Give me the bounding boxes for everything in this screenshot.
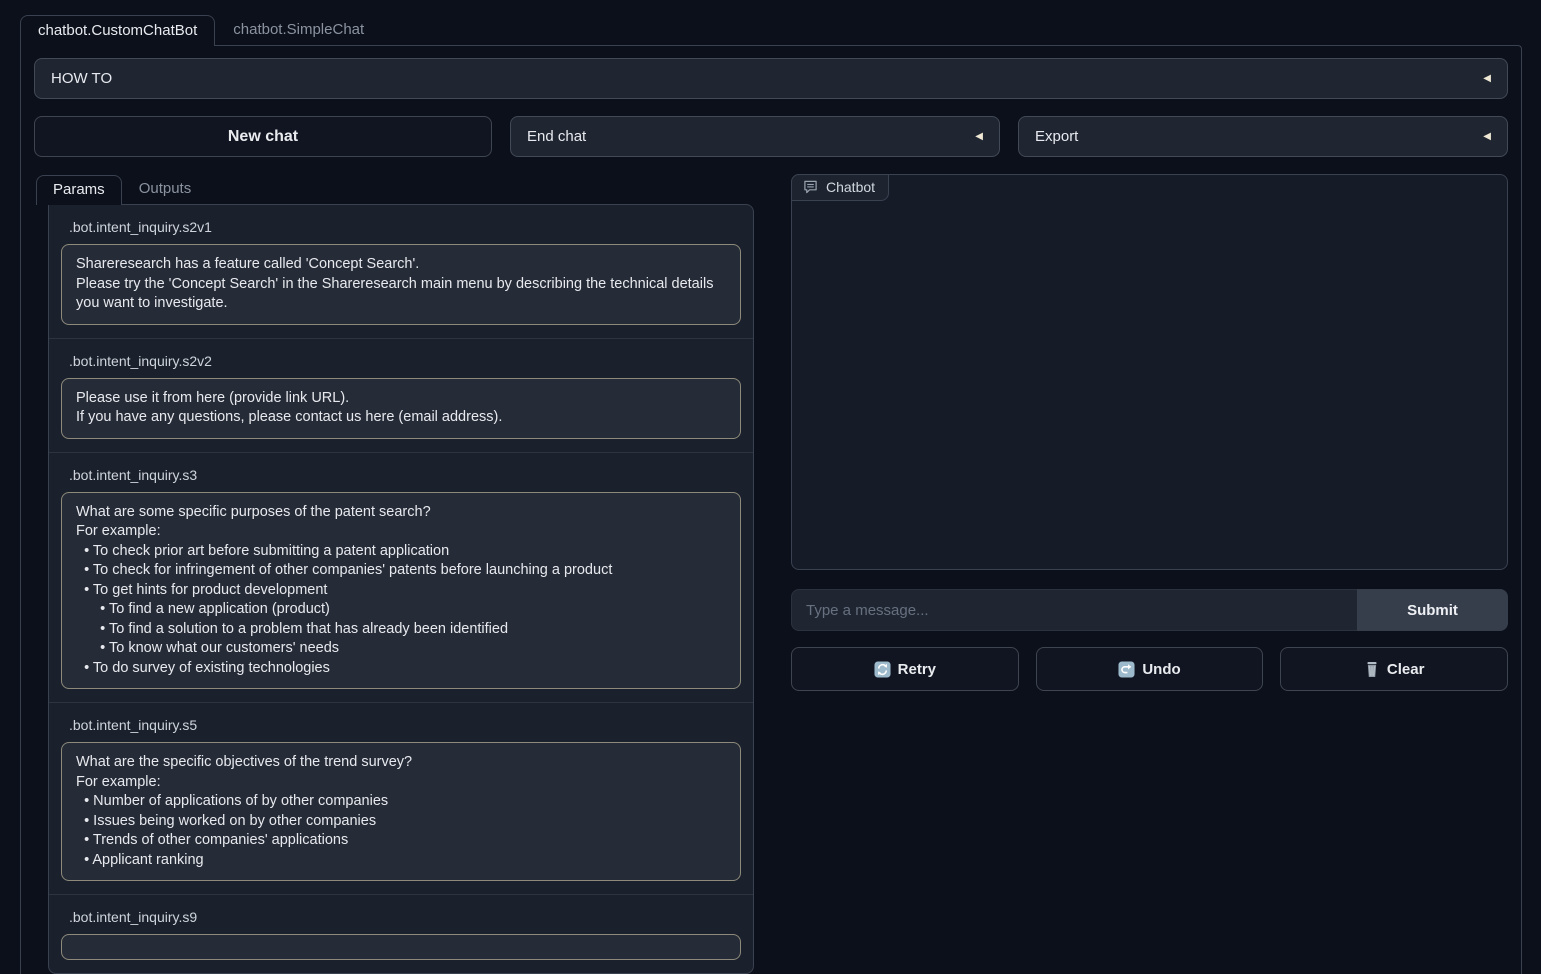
clear-label: Clear [1387, 661, 1425, 678]
tab-custom-chatbot[interactable]: chatbot.CustomChatBot [20, 15, 215, 46]
export-accordion[interactable]: Export ◀ [1018, 116, 1508, 157]
clear-button[interactable]: Clear [1280, 647, 1508, 691]
chat-panel-column: Chatbot Submit [791, 174, 1508, 691]
param-section: .bot.intent_inquiry.s2v2 Please use it f… [49, 338, 753, 452]
submit-button[interactable]: Submit [1357, 589, 1508, 631]
undo-button[interactable]: Undo [1036, 647, 1264, 691]
app-page: chatbot.CustomChatBot chatbot.SimpleChat… [0, 0, 1541, 974]
chatbot-label-tab: Chatbot [791, 174, 889, 201]
param-section: .bot.intent_inquiry.s9 [49, 894, 753, 973]
main-columns: Params Outputs .bot.intent_inquiry.s2v1 … [34, 174, 1508, 974]
chat-bubble-icon [803, 180, 818, 194]
toolbar-row: New chat End chat ◀ Export ◀ [34, 116, 1508, 157]
retry-button[interactable]: Retry [791, 647, 1019, 691]
message-input[interactable] [791, 589, 1357, 631]
undo-icon [1118, 661, 1135, 678]
undo-label: Undo [1142, 661, 1180, 678]
tab-simple-chat[interactable]: chatbot.SimpleChat [215, 14, 382, 45]
end-chat-label: End chat [527, 128, 586, 145]
param-section: .bot.intent_inquiry.s3 What are some spe… [49, 452, 753, 703]
param-textbox[interactable]: What are some specific purposes of the p… [61, 492, 741, 690]
chevron-left-icon: ◀ [1483, 132, 1491, 142]
tab-content: HOW TO ◀ New chat End chat ◀ Export ◀ Pa… [20, 45, 1522, 974]
export-label: Export [1035, 128, 1078, 145]
tab-outputs[interactable]: Outputs [122, 174, 209, 204]
chatbot-panel[interactable]: Chatbot [791, 174, 1508, 570]
chat-actions-row: Retry Undo [791, 647, 1508, 691]
params-group: .bot.intent_inquiry.s2v1 Shareresearch h… [48, 204, 754, 974]
retry-label: Retry [898, 661, 936, 678]
chevron-left-icon: ◀ [975, 132, 983, 142]
param-section: .bot.intent_inquiry.s2v1 Shareresearch h… [49, 205, 753, 338]
left-panel: Params Outputs .bot.intent_inquiry.s2v1 … [34, 174, 769, 974]
chat-input-row: Submit [791, 589, 1508, 631]
param-section: .bot.intent_inquiry.s5 What are the spec… [49, 702, 753, 894]
param-name: .bot.intent_inquiry.s3 [69, 467, 741, 483]
param-textbox[interactable] [61, 934, 741, 960]
param-name: .bot.intent_inquiry.s2v1 [69, 219, 741, 235]
retry-icon [874, 661, 891, 678]
tab-params[interactable]: Params [36, 175, 122, 205]
param-textbox[interactable]: Please use it from here (provide link UR… [61, 378, 741, 439]
params-tab-bar: Params Outputs [36, 174, 769, 204]
chatbot-label: Chatbot [826, 179, 875, 195]
end-chat-accordion[interactable]: End chat ◀ [510, 116, 1000, 157]
param-name: .bot.intent_inquiry.s5 [69, 717, 741, 733]
howto-accordion[interactable]: HOW TO ◀ [34, 58, 1508, 99]
param-name: .bot.intent_inquiry.s9 [69, 909, 741, 925]
window-tab-bar: chatbot.CustomChatBot chatbot.SimpleChat [20, 14, 1522, 45]
param-textbox[interactable]: What are the specific objectives of the … [61, 742, 741, 881]
param-textbox[interactable]: Shareresearch has a feature called 'Conc… [61, 244, 741, 325]
clear-icon [1364, 661, 1380, 678]
howto-label: HOW TO [51, 70, 112, 87]
param-name: .bot.intent_inquiry.s2v2 [69, 353, 741, 369]
new-chat-button[interactable]: New chat [34, 116, 492, 157]
chevron-left-icon: ◀ [1483, 74, 1491, 84]
